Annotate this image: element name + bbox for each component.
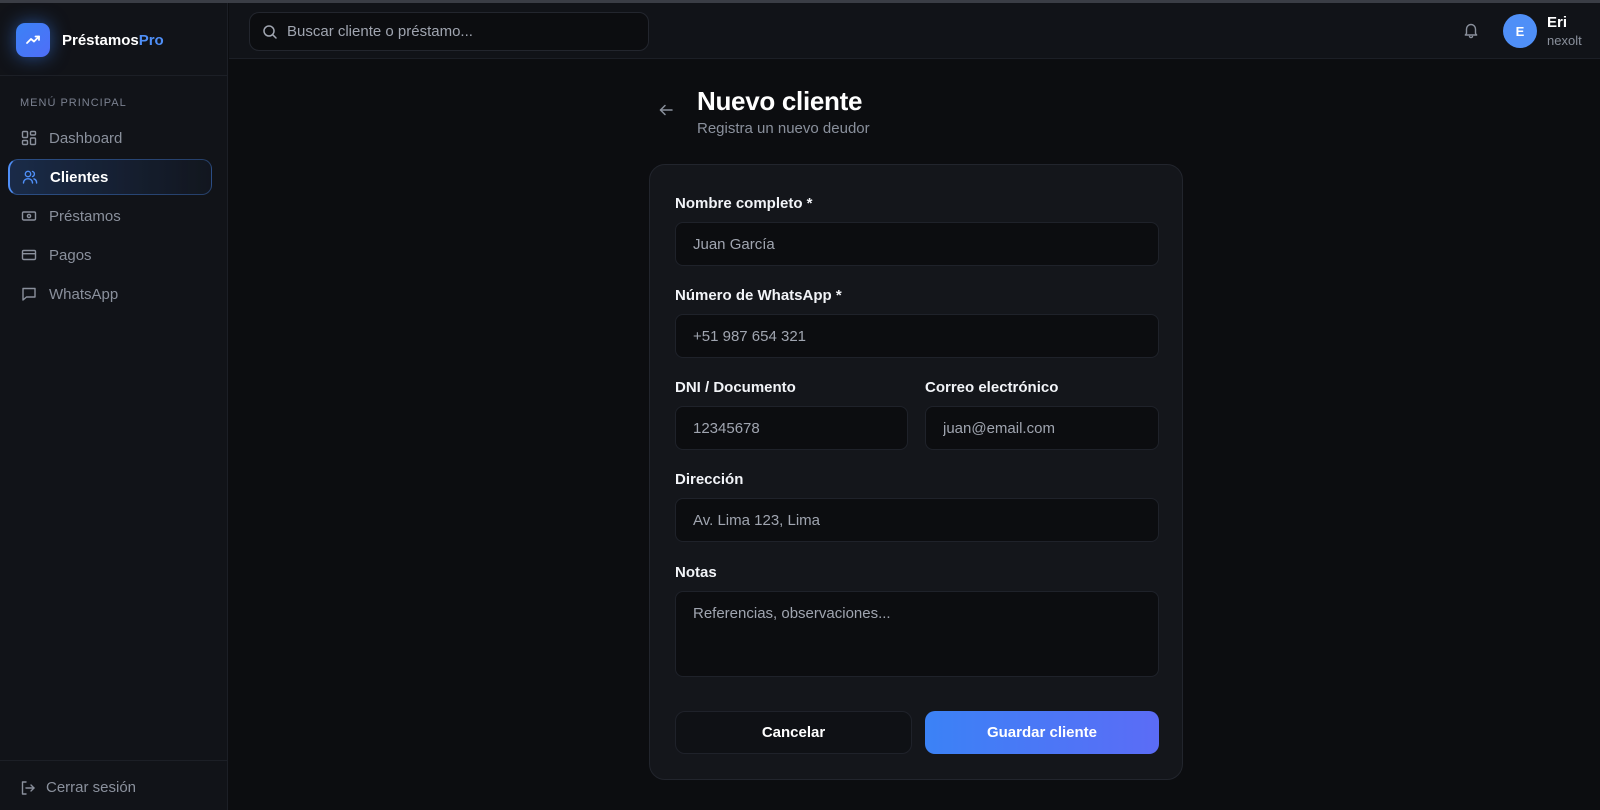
- whatsapp-label: Número de WhatsApp *: [675, 287, 842, 304]
- menu-heading: MENÚ PRINCIPAL: [20, 97, 127, 109]
- sidebar-item-label: Préstamos: [49, 207, 121, 225]
- whatsapp-input[interactable]: [675, 314, 1159, 358]
- sidebar-item-prestamos[interactable]: Préstamos: [8, 198, 212, 234]
- page-subtitle: Registra un nuevo deudor: [697, 120, 870, 137]
- user-name: Eri: [1547, 14, 1568, 31]
- sidebar-item-label: Clientes: [50, 168, 109, 186]
- email-input[interactable]: [925, 406, 1159, 450]
- sidebar: PréstamosPro MENÚ PRINCIPAL Dashboard Cl…: [0, 3, 228, 810]
- full-name-label: Nombre completo *: [675, 195, 813, 212]
- notes-textarea[interactable]: [675, 591, 1159, 677]
- logout-label: Cerrar sesión: [46, 779, 137, 796]
- brand[interactable]: PréstamosPro: [16, 23, 164, 57]
- notes-label: Notas: [675, 564, 717, 581]
- document-input[interactable]: [675, 406, 908, 450]
- users-icon: [22, 169, 38, 185]
- divider: [0, 75, 228, 76]
- search-box[interactable]: [249, 12, 649, 51]
- trending-up-icon: [16, 23, 50, 57]
- email-label: Correo electrónico: [925, 379, 1059, 396]
- search-input[interactable]: [287, 23, 627, 40]
- back-arrow-icon[interactable]: [658, 102, 674, 118]
- sidebar-item-label: WhatsApp: [49, 285, 119, 303]
- brand-name: PréstamosPro: [62, 31, 164, 49]
- sidebar-item-dashboard[interactable]: Dashboard: [8, 120, 212, 156]
- page-title: Nuevo cliente: [697, 86, 863, 116]
- sidebar-item-pagos[interactable]: Pagos: [8, 237, 212, 273]
- dashboard-icon: [21, 130, 37, 146]
- message-icon: [21, 286, 37, 302]
- sidebar-item-whatsapp[interactable]: WhatsApp: [8, 276, 212, 312]
- search-icon: [262, 24, 278, 40]
- document-label: DNI / Documento: [675, 379, 796, 396]
- new-client-form: Nombre completo * Número de WhatsApp * D…: [649, 164, 1183, 780]
- sidebar-item-label: Pagos: [49, 246, 92, 264]
- divider: [0, 760, 228, 761]
- sidebar-item-clientes[interactable]: Clientes: [8, 159, 212, 195]
- avatar[interactable]: E: [1503, 14, 1537, 48]
- logout-icon: [20, 780, 36, 796]
- address-input[interactable]: [675, 498, 1159, 542]
- save-client-button[interactable]: Guardar cliente: [925, 711, 1159, 754]
- sidebar-item-label: Dashboard: [49, 129, 123, 147]
- user-subtitle: nexolt: [1547, 33, 1582, 48]
- full-name-input[interactable]: [675, 222, 1159, 266]
- topbar: E Eri nexolt: [229, 3, 1600, 59]
- sidebar-nav: Dashboard Clientes Préstamos Pagos Whats…: [8, 120, 212, 315]
- address-label: Dirección: [675, 471, 744, 488]
- banknote-icon: [21, 208, 37, 224]
- credit-card-icon: [21, 247, 37, 263]
- bell-icon[interactable]: [1462, 21, 1480, 39]
- logout-button[interactable]: Cerrar sesión: [20, 779, 136, 796]
- cancel-button[interactable]: Cancelar: [675, 711, 912, 754]
